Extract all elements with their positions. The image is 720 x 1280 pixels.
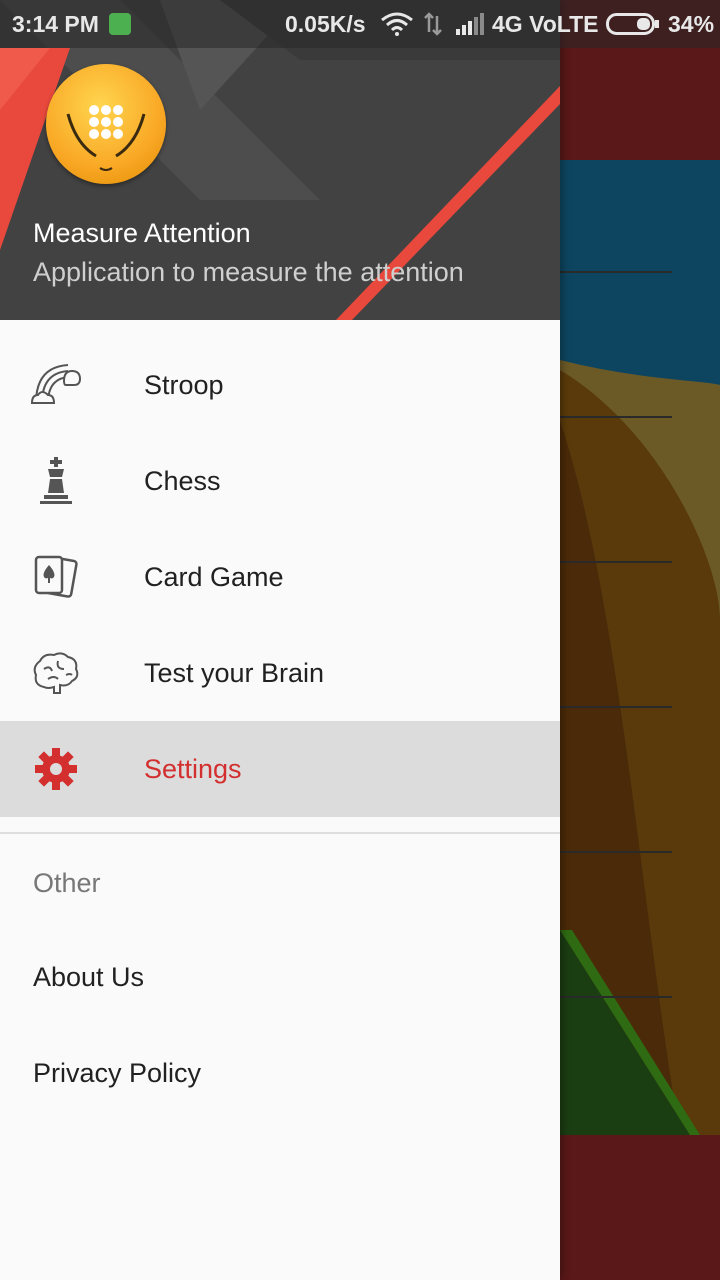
menu-item-settings[interactable]: Settings — [0, 721, 560, 817]
app-title: Measure Attention — [33, 218, 251, 248]
face-logo-icon — [66, 105, 146, 171]
status-time: 3:14 PM — [12, 11, 99, 37]
menu-item-label: Test your Brain — [144, 657, 325, 688]
menu-item-stroop[interactable]: Stroop — [0, 337, 560, 433]
battery-icon — [606, 13, 659, 35]
battery-level: 34% — [668, 11, 715, 37]
data-transfer-icon — [424, 12, 442, 36]
network-speed: 0.05K/s — [285, 11, 366, 37]
menu-item-label: Stroop — [144, 369, 224, 400]
playing-cards-icon — [34, 555, 78, 598]
menu-item-label: Card Game — [144, 561, 284, 592]
menu-divider — [0, 832, 560, 834]
menu-item-label: About Us — [33, 962, 145, 992]
wifi-icon — [381, 12, 413, 36]
menu-item-privacy-policy[interactable]: Privacy Policy — [0, 1028, 560, 1124]
section-header-other: Other — [33, 868, 101, 898]
menu-item-about-us[interactable]: About Us — [0, 932, 560, 1028]
drawer-header: Measure Attention Application to measure… — [0, 0, 560, 320]
gear-icon — [35, 748, 77, 790]
app-logo-avatar[interactable] — [46, 64, 166, 184]
menu-item-chess[interactable]: Chess — [0, 433, 560, 529]
menu-item-test-your-brain[interactable]: Test your Brain — [0, 625, 560, 721]
signal-icon — [456, 13, 484, 35]
menu-item-label: Chess — [144, 465, 221, 496]
brain-icon — [33, 652, 79, 694]
menu-item-card-game[interactable]: Card Game — [0, 529, 560, 625]
drawer-menu: Stroop Chess Card Game Test your Brain S… — [0, 337, 560, 817]
menu-item-label: Settings — [144, 753, 242, 784]
network-type: 4G VoLTE — [492, 11, 599, 37]
navigation-drawer: Measure Attention Application to measure… — [0, 0, 560, 1280]
chess-king-icon — [40, 457, 72, 504]
app-subtitle: Application to measure the attention — [33, 257, 464, 287]
notification-icon — [109, 13, 131, 35]
rainbow-cloud-icon — [30, 364, 82, 404]
menu-item-label: Privacy Policy — [33, 1058, 202, 1088]
status-bar: 3:14 PM 0.05K/s 4G VoLTE 34% — [0, 0, 720, 48]
